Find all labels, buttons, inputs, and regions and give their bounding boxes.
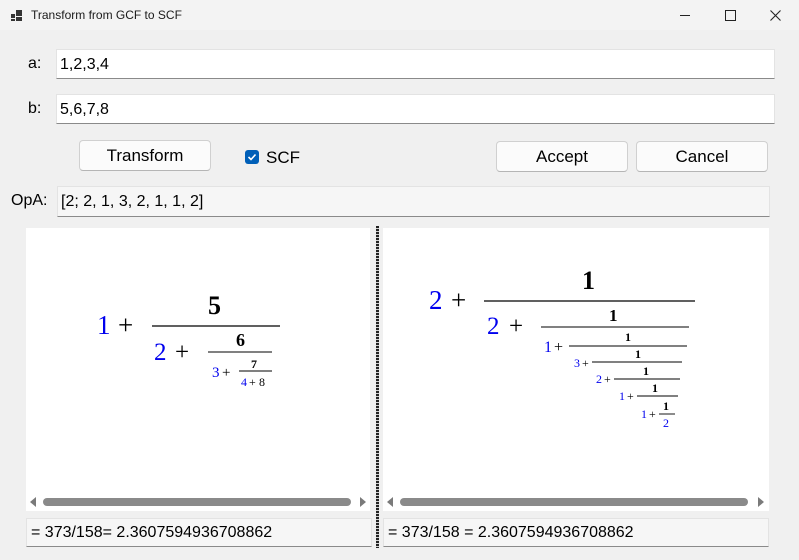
a-input[interactable]: 1,2,3,4 bbox=[56, 49, 775, 79]
gcf-plus-3: + bbox=[249, 375, 256, 389]
gcf-b1: 6 bbox=[236, 330, 245, 350]
left-horizontal-scrollbar[interactable] bbox=[26, 494, 370, 510]
right-scrollbar-thumb[interactable] bbox=[400, 498, 748, 506]
panel-splitter[interactable] bbox=[376, 226, 379, 548]
scf-plus-2: + bbox=[554, 339, 563, 356]
opa-label: OpA: bbox=[11, 192, 48, 209]
scf-plus-5: + bbox=[627, 389, 634, 403]
transform-button[interactable]: Transform bbox=[79, 140, 211, 171]
scf-a3: 3 bbox=[574, 356, 580, 370]
close-icon bbox=[770, 10, 781, 21]
app-icon bbox=[11, 10, 22, 21]
scf-a7: 2 bbox=[663, 416, 669, 430]
scroll-right-arrow-icon[interactable] bbox=[360, 497, 366, 507]
scf-b2: 1 bbox=[625, 330, 631, 344]
scroll-left-arrow-icon[interactable] bbox=[30, 497, 36, 507]
scroll-right-arrow-icon[interactable] bbox=[758, 497, 764, 507]
gcf-plus-0: + bbox=[118, 310, 133, 340]
gcf-a2: 3 bbox=[212, 365, 220, 381]
maximize-icon bbox=[725, 10, 736, 21]
scf-b6: 1 bbox=[663, 399, 669, 413]
accept-button[interactable]: Accept bbox=[496, 141, 628, 172]
gcf-a3: 4 bbox=[241, 375, 247, 389]
left-scrollbar-thumb[interactable] bbox=[43, 498, 351, 506]
scf-plus-0: + bbox=[451, 285, 466, 315]
right-horizontal-scrollbar[interactable] bbox=[383, 494, 769, 510]
scf-b4: 1 bbox=[643, 364, 649, 378]
gcf-b3: 8 bbox=[259, 375, 265, 389]
scf-b0: 1 bbox=[582, 266, 595, 295]
scf-a0: 2 bbox=[429, 285, 443, 315]
scf-a4: 2 bbox=[596, 372, 602, 386]
scf-plus-1: + bbox=[509, 313, 523, 340]
scf-plus-4: + bbox=[604, 372, 611, 386]
minimize-icon bbox=[680, 15, 690, 16]
scf-formula-panel: 2 + 1 2 + 1 1 + 1 3 + 1 2 + 1 1 + 1 1 + … bbox=[383, 228, 769, 511]
maximize-button[interactable] bbox=[708, 0, 754, 30]
gcf-a0: 1 bbox=[97, 310, 111, 340]
scf-checkbox-label[interactable]: SCF bbox=[266, 148, 300, 168]
gcf-b2: 7 bbox=[251, 357, 257, 371]
window-title: Transform from GCF to SCF bbox=[31, 8, 182, 22]
scf-a2: 1 bbox=[544, 339, 552, 356]
gcf-plus-1: + bbox=[175, 339, 189, 366]
scroll-left-arrow-icon[interactable] bbox=[387, 497, 393, 507]
minimize-button[interactable] bbox=[662, 0, 708, 30]
scf-b5: 1 bbox=[652, 381, 658, 395]
dialog-window: Transform from GCF to SCF a: 1,2,3,4 b: … bbox=[0, 0, 799, 560]
scf-a5: 1 bbox=[619, 389, 625, 403]
right-result-field[interactable]: = 373/158 = 2.3607594936708862 bbox=[383, 518, 769, 547]
scf-b3: 1 bbox=[635, 347, 641, 361]
b-input[interactable]: 5,6,7,8 bbox=[56, 94, 775, 124]
scf-formula: 2 + 1 2 + 1 1 + 1 3 + 1 2 + 1 1 + 1 1 + … bbox=[429, 266, 695, 430]
cancel-button[interactable]: Cancel bbox=[636, 141, 768, 172]
gcf-a1: 2 bbox=[154, 339, 167, 366]
left-result-field[interactable]: = 373/158= 2.3607594936708862 bbox=[26, 518, 372, 547]
gcf-plus-2: + bbox=[222, 365, 230, 381]
gcf-b0: 5 bbox=[208, 291, 221, 320]
scf-plus-6: + bbox=[649, 407, 656, 421]
gcf-formula: 1 + 5 2 + 6 3 + 7 4 + 8 bbox=[97, 291, 280, 389]
b-label: b: bbox=[28, 100, 42, 117]
scf-b1: 1 bbox=[609, 306, 618, 325]
checkmark-icon bbox=[247, 153, 257, 161]
close-button[interactable] bbox=[753, 0, 799, 30]
opa-field[interactable]: [2; 2, 1, 3, 2, 1, 1, 2] bbox=[57, 186, 770, 217]
scf-checkbox[interactable] bbox=[245, 150, 259, 164]
title-bar[interactable]: Transform from GCF to SCF bbox=[0, 0, 799, 30]
a-label: a: bbox=[28, 55, 42, 72]
gcf-formula-panel: 1 + 5 2 + 6 3 + 7 4 + 8 bbox=[26, 228, 370, 511]
scf-a1: 2 bbox=[487, 313, 500, 340]
scf-a6: 1 bbox=[641, 407, 647, 421]
scf-plus-3: + bbox=[582, 356, 589, 370]
